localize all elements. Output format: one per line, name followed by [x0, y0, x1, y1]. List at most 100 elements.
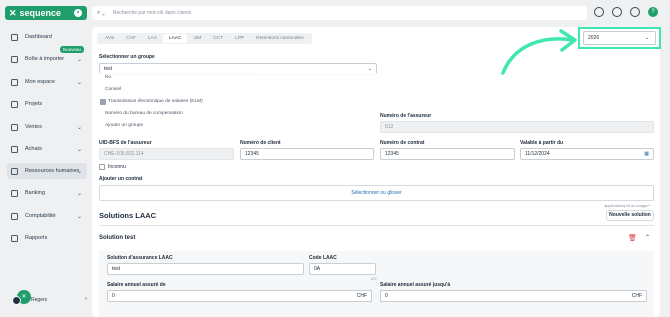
- add-contract-label: Ajouter un contrat: [99, 176, 143, 182]
- solution-title: Solution test: [99, 235, 136, 241]
- tab-retentions-cantonales[interactable]: Retentions cantonales: [250, 34, 309, 43]
- elm-checkbox[interactable]: [100, 99, 106, 105]
- tab-lpp[interactable]: LPP: [229, 34, 250, 43]
- dropzone-hint: application/pdf ou image/*: [604, 203, 651, 208]
- cart-icon: [11, 145, 18, 153]
- sidebar-item-label: Mon espace: [25, 79, 55, 85]
- sidebar-item-label: Ressources humaines: [25, 168, 80, 174]
- insurance-field[interactable]: test: [107, 263, 304, 275]
- sidebar-item-label: Dashboard: [25, 34, 52, 40]
- sidebar-item-label: Boîte à importer: [25, 56, 65, 62]
- sidebar-item-label: Projets: [25, 101, 43, 107]
- chevron-right-icon: ›: [85, 296, 87, 302]
- sequence-logo-icon: ✕: [9, 7, 17, 18]
- salary-to-field[interactable]: 0 CHF: [380, 290, 647, 302]
- tab-caf[interactable]: CAF: [120, 34, 142, 43]
- file-dropzone[interactable]: Sélectionner ou glisser: [99, 185, 654, 201]
- brand-logo[interactable]: ✕ sequence •: [5, 6, 87, 20]
- search-placeholder: Recherche par mot-clé dans clients: [112, 10, 192, 16]
- sidebar-item-label: Banking: [25, 190, 45, 196]
- salary-to-value: 0: [385, 293, 388, 299]
- contract-number-field[interactable]: 12345: [380, 148, 515, 160]
- tab-laa[interactable]: LAA: [142, 34, 163, 43]
- contract-number-label: Numéro de contrat: [380, 140, 425, 146]
- dropzone-text: Sélectionner ou glisser: [351, 190, 402, 196]
- bank-icon: [11, 189, 18, 197]
- sidebar-item-comptabilite[interactable]: Comptabilité ⌄: [7, 208, 87, 224]
- tab-cct[interactable]: CCT: [207, 34, 229, 43]
- client-number-label: Numéro de client: [240, 140, 281, 146]
- valid-from-value: 11/12/2024: [525, 151, 550, 157]
- chevron-down-icon: ⌄: [76, 146, 82, 153]
- chevron-down-icon: ⌄: [76, 56, 82, 63]
- home-icon: [11, 33, 18, 41]
- chevron-down-icon: ⌄: [76, 213, 82, 220]
- sidebar-item-label: Comptabilité: [25, 213, 56, 219]
- sidebar-item-inbox[interactable]: Boîte à importer ⌄: [7, 51, 87, 67]
- tab-ijm[interactable]: IJM: [187, 34, 207, 43]
- add-icon[interactable]: [594, 7, 604, 17]
- chevron-up-icon[interactable]: ⌃: [645, 234, 650, 241]
- solution-panel: Solution d'assurance LAAC test Code LAAC…: [99, 251, 654, 317]
- sidebar-item-achats[interactable]: Achats ⌄: [7, 141, 87, 157]
- group-value: test: [104, 66, 113, 72]
- new-solution-button[interactable]: Nouvelle solution: [606, 210, 654, 221]
- salary-from-field[interactable]: 0 CHF: [107, 290, 372, 302]
- insurer-number-field: 512: [380, 121, 654, 133]
- new-badge: Nouveau: [60, 46, 85, 53]
- uid-label: UID-BFS de l'assureur: [99, 140, 152, 146]
- salary-from-label: Salaire annuel assuré de: [107, 282, 166, 288]
- insurance-label: Solution d'assurance LAAC: [107, 255, 173, 261]
- bell-icon[interactable]: [630, 7, 640, 17]
- sidebar-item-projets[interactable]: Projets: [7, 96, 87, 112]
- uid-field: CHE-105.832.114: [99, 148, 234, 160]
- tab-avs[interactable]: AVS: [99, 34, 120, 43]
- salary-to-label: Salaire annuel assuré jusqu'à: [380, 282, 451, 288]
- delete-icon[interactable]: 🗑: [628, 234, 637, 242]
- divider: [99, 225, 654, 226]
- chevron-down-icon: ⌄: [76, 190, 82, 197]
- avatar: [12, 296, 21, 305]
- chevron-down-icon: ⌄: [76, 79, 82, 86]
- sidebar-item-banking[interactable]: Banking ⌄: [7, 185, 87, 201]
- dropdown-item[interactable]: No: [105, 75, 111, 80]
- client-number-field[interactable]: 12345: [240, 148, 374, 160]
- sidebar-item-label: Rapports: [25, 235, 48, 241]
- calculator-icon: [11, 212, 18, 220]
- code-field[interactable]: 0A: [309, 263, 376, 275]
- sidebar-item-label: Achats: [25, 146, 42, 152]
- dropdown-item[interactable]: Conseil: [105, 87, 121, 92]
- solutions-title: Solutions LAAC: [99, 211, 157, 220]
- insurance-tabs: AVS CAF LAA LAAC IJM CCT LPP Retentions …: [97, 33, 312, 44]
- sidebar-item-mon-espace[interactable]: Mon espace ⌄: [7, 74, 87, 90]
- sidebar-item-rapports[interactable]: Rapports: [7, 230, 87, 246]
- search-bar[interactable]: ⌕ ⌄ Recherche par mot-clé dans clients: [92, 6, 587, 20]
- user-menu[interactable]: ✕ Regers ›: [9, 287, 89, 311]
- group-dropdown-menu: No Conseil Transmission électronique de …: [99, 73, 379, 133]
- calendar-icon[interactable]: ▦: [644, 149, 649, 159]
- clock-icon[interactable]: [612, 7, 622, 17]
- people-icon: [11, 167, 18, 175]
- group-label: Sélectionner un groupe: [99, 54, 155, 60]
- dropdown-item[interactable]: Transmission électronique de salaires (E…: [108, 99, 203, 104]
- user-icon: [11, 78, 18, 86]
- inbox-icon: [11, 55, 18, 63]
- add-group-item[interactable]: Ajouter un groupe: [105, 123, 143, 128]
- check-square-icon: [11, 100, 18, 108]
- brand-dot-icon: •: [74, 9, 82, 17]
- sidebar-item-dashboard[interactable]: Dashboard: [7, 29, 87, 45]
- sidebar-item-ventes[interactable]: Ventes ⌄: [7, 119, 87, 135]
- valid-from-field[interactable]: 11/12/2024 ▦: [520, 148, 654, 160]
- help-icon[interactable]: ?: [648, 7, 658, 17]
- inconnu-label: Inconnu: [108, 164, 126, 170]
- sidebar-item-ressources-humaines[interactable]: Ressources humaines ⌄: [7, 163, 87, 179]
- top-actions: ?: [594, 7, 658, 17]
- insurer-number-label: Numéro de l'assureur: [380, 113, 432, 119]
- sidebar-item-label: Ventes: [25, 124, 42, 130]
- chevron-down-icon: ⌄: [76, 124, 82, 131]
- highlight-box: [578, 27, 661, 49]
- dropdown-item[interactable]: Numéro du bureau de compensation: [105, 111, 183, 116]
- tab-laac[interactable]: LAAC: [162, 34, 188, 43]
- search-icon: ⌕ ⌄: [97, 9, 105, 16]
- inconnu-checkbox[interactable]: [99, 164, 105, 170]
